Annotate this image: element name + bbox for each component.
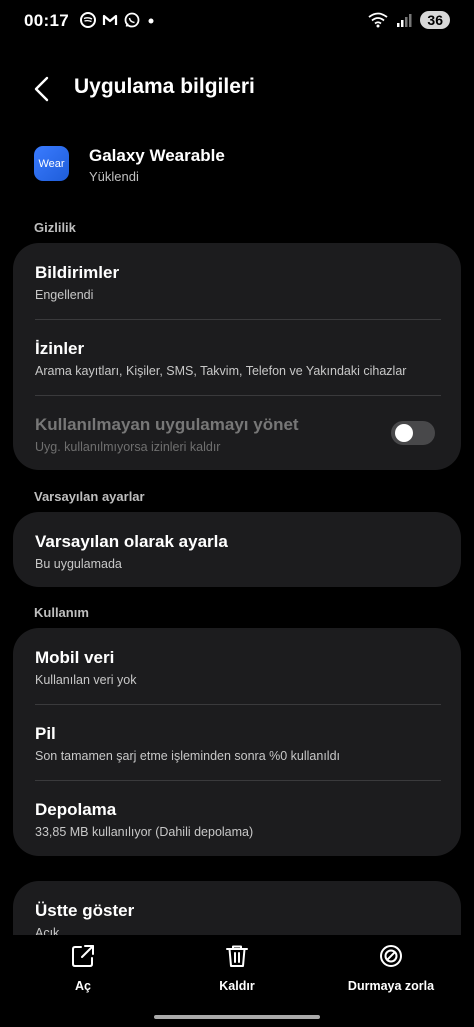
- block-icon: [380, 945, 402, 967]
- display-over-apps-title: Üstte göster: [35, 901, 135, 920]
- section-label-privacy: Gizlilik: [34, 220, 76, 235]
- notifications-subtitle: Engellendi: [35, 288, 94, 302]
- manage-unused-title: Kullanılmayan uygulamayı yönet: [35, 415, 299, 434]
- trash-icon: [226, 945, 248, 967]
- permissions-subtitle: Arama kayıtları, Kişiler, SMS, Takvim, T…: [35, 364, 407, 378]
- manage-unused-subtitle: Uyg. kullanılmıyorsa izinleri kaldır: [35, 440, 221, 454]
- battery-item[interactable]: Pil Son tamamen şarj etme işleminden son…: [35, 724, 439, 763]
- app-install-state: Yüklendi: [89, 169, 139, 184]
- open-button[interactable]: Aç: [18, 943, 148, 993]
- manage-unused-toggle[interactable]: [391, 421, 435, 445]
- home-indicator[interactable]: [154, 1015, 320, 1019]
- storage-item[interactable]: Depolama 33,85 MB kullanılıyor (Dahili d…: [35, 800, 439, 839]
- open-label: Aç: [75, 979, 91, 993]
- section-label-usage: Kullanım: [34, 605, 89, 620]
- divider: [35, 704, 441, 705]
- notifications-title: Bildirimler: [35, 263, 120, 282]
- back-icon[interactable]: [26, 72, 60, 106]
- battery-subtitle: Son tamamen şarj etme işleminden sonra %…: [35, 749, 341, 763]
- status-bar: 00:17 36: [0, 0, 474, 42]
- bottom-action-bar: Aç Kaldır Durmaya zorla: [0, 935, 474, 1027]
- app-bar: Uygulama bilgileri: [0, 60, 474, 114]
- gmail-icon: [102, 14, 118, 25]
- privacy-card: Bildirimler Engellendi İzinler Arama kay…: [13, 243, 461, 470]
- notification-icons: [80, 12, 156, 28]
- uninstall-label: Kaldır: [219, 979, 255, 993]
- set-as-default-item[interactable]: Varsayılan olarak ayarla Bu uygulamada: [35, 532, 439, 571]
- mobile-data-title: Mobil veri: [35, 648, 115, 667]
- set-as-default-title: Varsayılan olarak ayarla: [35, 532, 228, 551]
- app-name: Galaxy Wearable: [89, 146, 225, 165]
- mobile-data-subtitle: Kullanılan veri yok: [35, 673, 137, 687]
- section-label-defaults: Varsayılan ayarlar: [34, 489, 145, 504]
- spotify-icon: [80, 12, 96, 28]
- notifications-item[interactable]: Bildirimler Engellendi: [35, 263, 439, 302]
- battery-level: 36: [420, 11, 450, 29]
- force-stop-label: Durmaya zorla: [347, 979, 435, 993]
- open-external-icon: [72, 945, 94, 967]
- status-time: 00:17: [24, 11, 69, 30]
- battery-title: Pil: [35, 724, 56, 743]
- divider: [35, 319, 441, 320]
- page-title: Uygulama bilgileri: [74, 75, 255, 98]
- divider: [35, 780, 441, 781]
- app-icon-label: Wear: [38, 157, 65, 170]
- app-header: Wear Galaxy Wearable Yüklendi: [34, 136, 454, 188]
- app-icon: Wear: [34, 146, 69, 181]
- wifi-icon: [368, 12, 388, 28]
- usage-card: Mobil veri Kullanılan veri yok Pil Son t…: [13, 628, 461, 856]
- uninstall-button[interactable]: Kaldır: [172, 943, 302, 993]
- storage-title: Depolama: [35, 800, 117, 819]
- dot-icon: [148, 18, 154, 24]
- status-right: 36: [368, 11, 450, 29]
- storage-subtitle: 33,85 MB kullanılıyor (Dahili depolama): [35, 825, 254, 839]
- defaults-card: Varsayılan olarak ayarla Bu uygulamada: [13, 512, 461, 587]
- set-as-default-subtitle: Bu uygulamada: [35, 557, 122, 571]
- permissions-title: İzinler: [35, 339, 85, 358]
- manage-unused-item[interactable]: Kullanılmayan uygulamayı yönet Uyg. kull…: [35, 415, 375, 454]
- permissions-item[interactable]: İzinler Arama kayıtları, Kişiler, SMS, T…: [35, 339, 439, 378]
- signal-icon: [397, 14, 412, 27]
- toggle-knob: [395, 424, 413, 442]
- whatsapp-icon: [124, 12, 140, 28]
- mobile-data-item[interactable]: Mobil veri Kullanılan veri yok: [35, 648, 439, 687]
- force-stop-button[interactable]: Durmaya zorla: [326, 943, 456, 993]
- divider: [35, 395, 441, 396]
